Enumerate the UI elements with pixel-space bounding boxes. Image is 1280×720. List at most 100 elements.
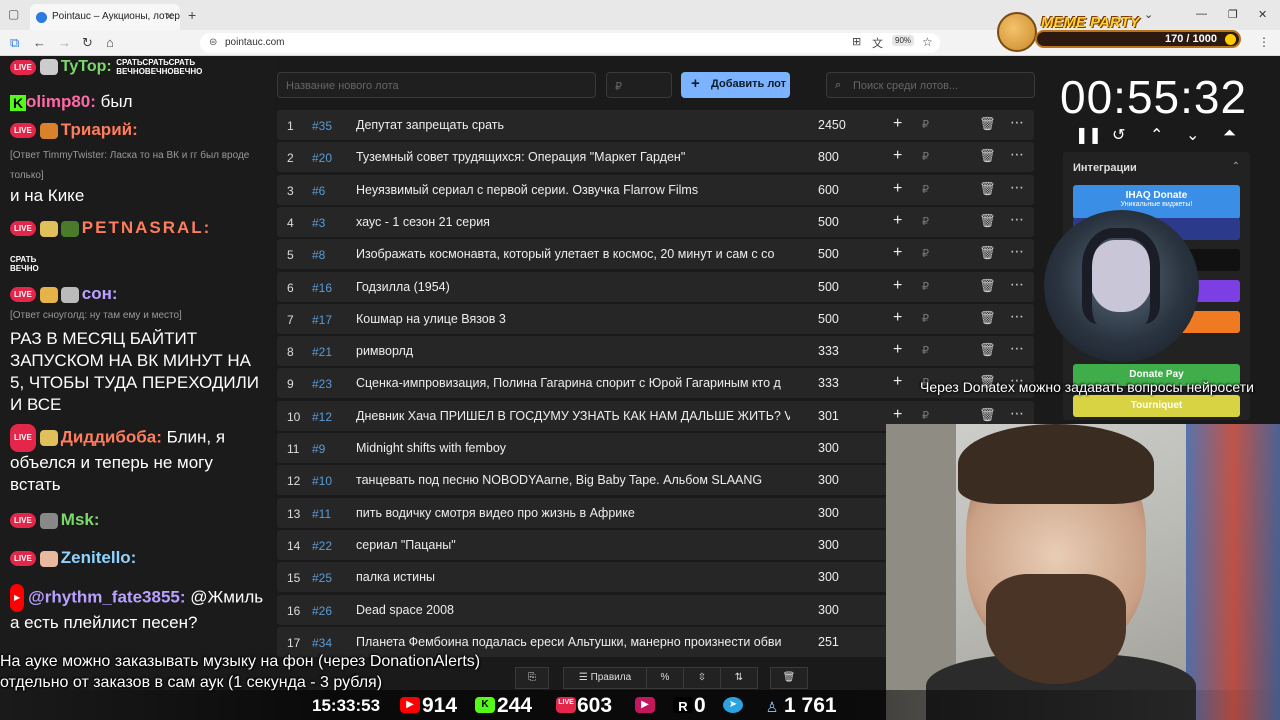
delete-icon[interactable]: 🗑 (979, 148, 996, 164)
lot-id[interactable]: #35 (312, 119, 332, 133)
split-icon[interactable]: ⇳ (683, 667, 721, 689)
chevron-down-icon[interactable]: ⌄ (1186, 125, 1199, 145)
lot-name[interactable]: пить водичку смотря видео про жизнь в Аф… (356, 506, 790, 520)
table-row[interactable]: 6 #16 Годзилла (1954) 500 + ₽ 🗑 ⋯ (277, 271, 1034, 302)
clipboard-icon[interactable]: ⎘ (515, 667, 549, 689)
lot-id[interactable]: #25 (312, 571, 332, 585)
table-row[interactable]: 7 #17 Кошмар на улице Вязов 3 500 + ₽ 🗑 ⋯ (277, 303, 1034, 334)
percent-button[interactable]: % (646, 667, 684, 689)
lot-name[interactable]: Депутат запрещать срать (356, 118, 790, 132)
lot-name[interactable]: римворлд (356, 344, 790, 358)
site-info-icon[interactable]: ⊜ (209, 37, 217, 48)
table-row[interactable]: 8 #21 римворлд 333 + ₽ 🗑 ⋯ (277, 336, 1034, 367)
lot-name[interactable]: хаус - 1 сезон 21 серия (356, 215, 790, 229)
add-amount-icon[interactable]: + (893, 244, 902, 262)
lot-id[interactable]: #11 (312, 507, 331, 521)
lot-id[interactable]: #12 (312, 410, 332, 424)
lot-id[interactable]: #20 (312, 151, 332, 165)
delete-icon[interactable]: 🗑 (979, 342, 996, 358)
more-options-icon[interactable]: ⋯ (1010, 340, 1024, 357)
more-options-icon[interactable]: ⋯ (1010, 243, 1024, 260)
lot-id[interactable]: #8 (312, 248, 325, 262)
double-chevron-up-icon[interactable]: ⏶ (1223, 125, 1236, 143)
ruble-icon[interactable]: ₽ (922, 183, 929, 196)
lot-id[interactable]: #22 (312, 539, 332, 553)
lot-name[interactable]: Неуязвимый сериал с первой серии. Озвучк… (356, 183, 790, 197)
table-row[interactable]: 3 #6 Неуязвимый сериал с первой серии. Озв… (277, 174, 1034, 205)
ruble-icon[interactable]: ₽ (922, 215, 929, 228)
lot-name[interactable]: Кошмар на улице Вязов 3 (356, 312, 790, 326)
ruble-icon[interactable]: ₽ (922, 150, 929, 163)
delete-icon[interactable]: 🗑 (979, 278, 996, 294)
lot-name[interactable]: танцевать под песню NOBODYAarne, Big Bab… (356, 473, 790, 487)
more-options-icon[interactable]: ⋯ (1010, 308, 1024, 325)
more-menu-icon[interactable]: ⋮ (1258, 35, 1270, 49)
install-app-icon[interactable]: ⊞ (852, 35, 861, 48)
refresh-icon[interactable]: ↻ (82, 35, 93, 51)
add-lot-button[interactable]: + Добавить лот (681, 72, 790, 98)
ruble-icon[interactable]: ₽ (922, 118, 929, 131)
table-row[interactable]: 4 #3 хаус - 1 сезон 21 серия 500 + ₽ 🗑 ⋯ (277, 206, 1034, 237)
lot-name[interactable]: Изображать космонавта, который улетает в… (356, 247, 790, 261)
lot-id[interactable]: #34 (312, 636, 332, 650)
ruble-icon[interactable]: ₽ (922, 280, 929, 293)
translate-icon[interactable]: 文 (872, 35, 883, 51)
lot-id[interactable]: #26 (312, 604, 332, 618)
rules-button[interactable]: ☰ Правила (563, 667, 647, 689)
address-bar[interactable]: ⊜ pointauc.com (200, 33, 940, 53)
add-amount-icon[interactable]: + (893, 309, 902, 327)
more-options-icon[interactable]: ⋯ (1010, 405, 1024, 422)
more-options-icon[interactable]: ⋯ (1010, 114, 1024, 131)
back-icon[interactable]: ← (33, 35, 46, 50)
integration-button[interactable]: Tourniquet (1073, 395, 1240, 417)
favorite-star-icon[interactable]: ☆ (922, 35, 933, 49)
close-window-icon[interactable]: ✕ (1258, 8, 1267, 21)
tab-pointauc[interactable]: Pointauc – Аукционы, лотереи ✕ (30, 4, 180, 30)
delete-icon[interactable]: 🗑 (979, 407, 996, 423)
lot-name[interactable]: палка истины (356, 570, 790, 584)
more-options-icon[interactable]: ⋯ (1010, 276, 1024, 293)
more-options-icon[interactable]: ⋯ (1010, 211, 1024, 228)
lot-id[interactable]: #23 (312, 377, 332, 391)
lot-name[interactable]: Midnight shifts with femboy (356, 441, 790, 455)
lot-name[interactable]: Годзилла (1954) (356, 280, 790, 294)
lot-name[interactable]: Туземный совет трудящихся: Операция "Мар… (356, 150, 790, 164)
add-amount-icon[interactable]: + (893, 180, 902, 198)
ruble-icon[interactable]: ₽ (922, 247, 929, 260)
add-amount-icon[interactable]: + (893, 147, 902, 165)
lot-id[interactable]: #21 (312, 345, 332, 359)
add-amount-icon[interactable]: + (893, 212, 902, 230)
more-options-icon[interactable]: ⋯ (1010, 179, 1024, 196)
new-lot-input[interactable]: Название нового лота (277, 72, 596, 98)
search-lots-input[interactable]: ⌕ Поиск среди лотов... (826, 72, 1035, 98)
add-amount-icon[interactable]: + (893, 277, 902, 295)
home-icon[interactable]: ⌂ (106, 35, 114, 50)
lot-name[interactable]: Планета Фембоина подалась ереси Альтушки… (356, 635, 790, 649)
lot-id[interactable]: #17 (312, 313, 332, 327)
add-amount-icon[interactable]: + (893, 341, 902, 359)
collapse-icon[interactable]: ⌃ (1232, 161, 1240, 172)
ruble-icon[interactable]: ₽ (922, 409, 929, 422)
delete-icon[interactable]: 🗑 (979, 116, 996, 132)
ruble-icon[interactable]: ₽ (922, 312, 929, 325)
delete-icon[interactable]: 🗑 (979, 181, 996, 197)
add-amount-icon[interactable]: + (893, 373, 902, 391)
delete-icon[interactable]: 🗑 (979, 213, 996, 229)
zoom-badge[interactable]: 90% (892, 35, 915, 46)
new-tab-icon[interactable]: + (188, 7, 196, 23)
lot-id[interactable]: #16 (312, 281, 332, 295)
lot-id[interactable]: #10 (312, 474, 332, 488)
forward-icon[interactable]: → (58, 35, 71, 50)
tab-actions-icon[interactable]: ▢ (8, 7, 19, 21)
reset-icon[interactable]: ↺ (1112, 125, 1125, 145)
delete-icon[interactable]: 🗑 (979, 310, 996, 326)
lot-id[interactable]: #3 (312, 216, 325, 230)
more-options-icon[interactable]: ⋯ (1010, 146, 1024, 163)
table-row[interactable]: 5 #8 Изображать космонавта, который улетае… (277, 239, 1034, 270)
sidebar-icon[interactable]: ⧉ (10, 35, 19, 51)
table-row[interactable]: 2 #20 Туземный совет трудящихся: Операция … (277, 142, 1034, 173)
lot-id[interactable]: #6 (312, 184, 325, 198)
clear-icon[interactable]: 🗑 (770, 667, 808, 689)
chevron-up-icon[interactable]: ⌃ (1150, 125, 1163, 145)
close-tab-icon[interactable]: ✕ (165, 10, 174, 23)
